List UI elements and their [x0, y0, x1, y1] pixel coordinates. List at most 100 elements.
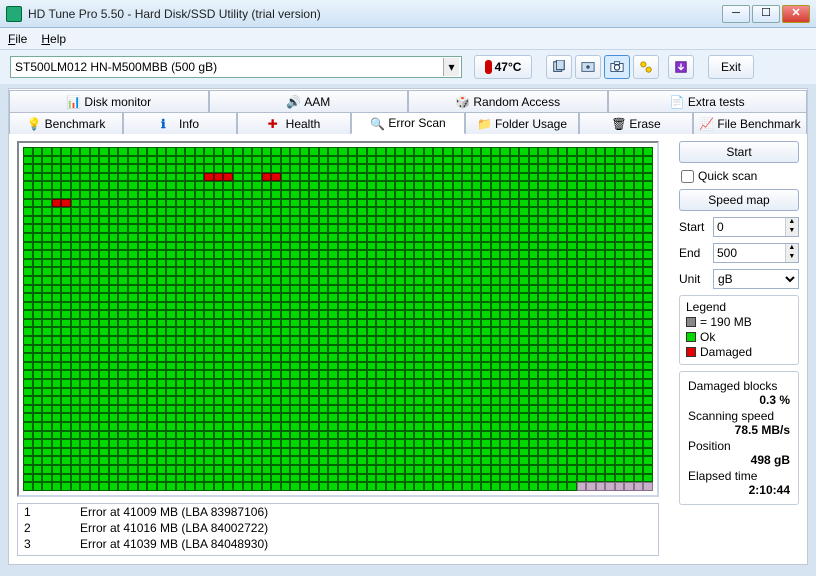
- scan-block: [23, 353, 33, 362]
- speed-map-button[interactable]: Speed map: [679, 189, 799, 211]
- tab-erase[interactable]: 🗑Erase: [579, 112, 693, 134]
- minimize-button[interactable]: ─: [722, 5, 750, 23]
- scan-block: [548, 345, 558, 354]
- scan-block: [90, 216, 100, 225]
- scan-block: [99, 233, 109, 242]
- scan-block: [71, 362, 81, 371]
- tab-info[interactable]: ℹInfo: [123, 112, 237, 134]
- scan-block: [118, 379, 128, 388]
- spin-down-icon[interactable]: ▼: [785, 253, 798, 262]
- scan-block: [405, 164, 415, 173]
- scan-block: [204, 267, 214, 276]
- start-input[interactable]: [714, 218, 785, 236]
- scan-block: [538, 336, 548, 345]
- scan-block: [157, 242, 167, 251]
- scan-block: [348, 422, 358, 431]
- scan-block: [500, 431, 510, 440]
- scan-block: [128, 336, 138, 345]
- end-input[interactable]: [714, 244, 785, 262]
- scan-block: [367, 285, 377, 294]
- scan-block: [138, 181, 148, 190]
- scan-block: [128, 448, 138, 457]
- scan-block: [472, 353, 482, 362]
- exit-button[interactable]: Exit: [708, 55, 754, 79]
- tab-disk-monitor[interactable]: 📊Disk monitor: [9, 90, 209, 112]
- scan-block: [33, 267, 43, 276]
- scan-block: [634, 482, 644, 491]
- scan-block: [23, 302, 33, 311]
- scan-block: [223, 456, 233, 465]
- scan-block: [176, 224, 186, 233]
- scan-block: [577, 456, 587, 465]
- scan-block: [405, 276, 415, 285]
- scan-block: [80, 164, 90, 173]
- scan-block: [157, 207, 167, 216]
- scan-block: [61, 310, 71, 319]
- scan-block: [185, 147, 195, 156]
- copy-screenshot-button[interactable]: [575, 55, 601, 79]
- scan-block: [223, 156, 233, 165]
- scan-block: [23, 173, 33, 182]
- spin-up-icon[interactable]: ▲: [785, 218, 798, 227]
- tab-error-scan[interactable]: 🔍Error Scan: [351, 112, 465, 134]
- main-panel: 1Error at 41009 MB (LBA 83987106)2Error …: [8, 133, 808, 565]
- menu-file[interactable]: File: [8, 32, 27, 46]
- scan-block: [510, 353, 520, 362]
- error-log[interactable]: 1Error at 41009 MB (LBA 83987106)2Error …: [17, 503, 659, 556]
- scan-block: [80, 259, 90, 268]
- scan-block: [443, 259, 453, 268]
- scan-block: [538, 199, 548, 208]
- tab-health[interactable]: ✚Health: [237, 112, 351, 134]
- log-row[interactable]: 1Error at 41009 MB (LBA 83987106): [18, 504, 658, 520]
- scan-block: [424, 336, 434, 345]
- scan-block: [176, 439, 186, 448]
- log-row[interactable]: 2Error at 41016 MB (LBA 84002722): [18, 520, 658, 536]
- scan-block: [500, 345, 510, 354]
- scan-block: [300, 259, 310, 268]
- spin-up-icon[interactable]: ▲: [785, 244, 798, 253]
- scan-block: [376, 147, 386, 156]
- scan-block: [443, 276, 453, 285]
- scan-block: [166, 276, 176, 285]
- scan-block: [367, 362, 377, 371]
- quick-scan-checkbox[interactable]: [681, 170, 694, 183]
- tab-extra-tests[interactable]: 📄Extra tests: [608, 90, 808, 112]
- copy-info-button[interactable]: [546, 55, 572, 79]
- start-button[interactable]: Start: [679, 141, 799, 163]
- scan-block: [252, 216, 262, 225]
- scan-block: [300, 370, 310, 379]
- close-button[interactable]: ✕: [782, 5, 810, 23]
- save-button[interactable]: [668, 55, 694, 79]
- scan-block: [185, 405, 195, 414]
- maximize-button[interactable]: ☐: [752, 5, 780, 23]
- scan-block: [481, 353, 491, 362]
- menu-help[interactable]: Help: [41, 32, 66, 46]
- tab-random-access[interactable]: 🎲Random Access: [408, 90, 608, 112]
- start-field[interactable]: ▲▼: [713, 217, 799, 237]
- end-field[interactable]: ▲▼: [713, 243, 799, 263]
- tab-aam[interactable]: 🔊AAM: [209, 90, 409, 112]
- scan-block: [376, 353, 386, 362]
- unit-select[interactable]: gB: [713, 269, 799, 289]
- settings-button[interactable]: [633, 55, 659, 79]
- scan-block: [615, 190, 625, 199]
- scan-block: [23, 448, 33, 457]
- tab-folder-usage[interactable]: 📁Folder Usage: [465, 112, 579, 134]
- tab-benchmark[interactable]: 💡Benchmark: [9, 112, 123, 134]
- scan-block: [357, 302, 367, 311]
- scan-block: [643, 216, 653, 225]
- scan-block: [118, 405, 128, 414]
- screenshot-button[interactable]: [604, 55, 630, 79]
- scan-block: [42, 345, 52, 354]
- drive-select[interactable]: ST500LM012 HN-M500MBB (500 gB) ▾: [10, 56, 462, 78]
- scan-block: [185, 276, 195, 285]
- scan-block: [605, 396, 615, 405]
- log-row[interactable]: 3Error at 41039 MB (LBA 84048930): [18, 536, 658, 552]
- scan-block: [510, 465, 520, 474]
- tab-file-benchmark[interactable]: 📈File Benchmark: [693, 112, 807, 134]
- scan-block: [138, 293, 148, 302]
- scan-block: [481, 422, 491, 431]
- scan-block: [395, 379, 405, 388]
- spin-down-icon[interactable]: ▼: [785, 227, 798, 236]
- scan-block: [33, 156, 43, 165]
